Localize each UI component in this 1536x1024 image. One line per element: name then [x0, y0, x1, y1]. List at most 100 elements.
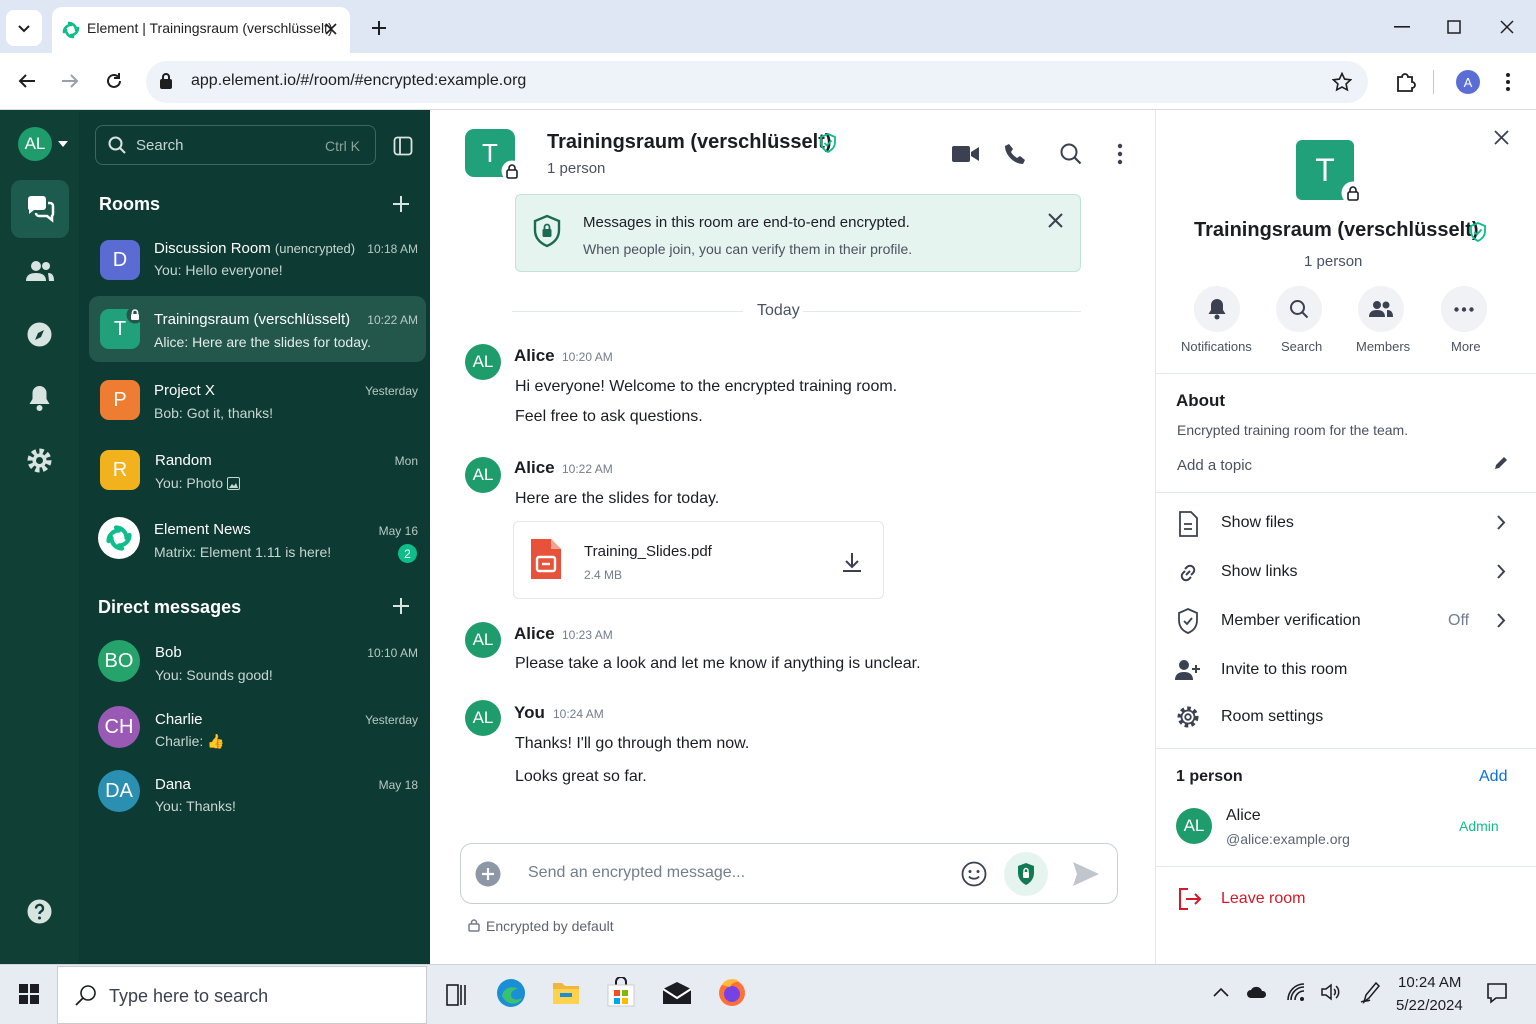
- volume-icon[interactable]: [1320, 982, 1340, 1002]
- browser-tab-active[interactable]: Element | Trainingsraum (verschlüsselt): [52, 7, 350, 53]
- clock-time[interactable]: 10:24 AM: [1398, 974, 1461, 991]
- file-explorer-icon[interactable]: [552, 979, 580, 1005]
- explore-compass-icon[interactable]: [26, 321, 53, 348]
- video-call-icon[interactable]: [951, 144, 980, 164]
- room-member-count[interactable]: 1 person: [547, 160, 605, 177]
- show-links-item[interactable]: Show links: [1156, 551, 1536, 593]
- leave-room-button[interactable]: Leave room: [1156, 878, 1536, 920]
- collapse-sidebar-icon[interactable]: [393, 136, 413, 156]
- firefox-icon[interactable]: [717, 977, 747, 1007]
- back-icon[interactable]: [18, 73, 36, 89]
- windows-start-icon[interactable]: [19, 984, 39, 1004]
- send-icon[interactable]: [1071, 860, 1101, 888]
- close-icon[interactable]: [1494, 130, 1509, 145]
- new-tab-icon[interactable]: [370, 19, 388, 37]
- room-item-element-news[interactable]: Element News Matrix: Element 1.11 is her…: [89, 508, 426, 570]
- chevron-right-icon: [1497, 613, 1506, 628]
- user-menu-avatar[interactable]: AL: [18, 127, 52, 161]
- notification-center-icon[interactable]: [1486, 982, 1508, 1004]
- address-bar[interactable]: app.element.io/#/room/#encrypted:example…: [146, 61, 1368, 103]
- add-member-link[interactable]: Add: [1479, 768, 1507, 786]
- rooms-heading: Rooms: [99, 194, 161, 214]
- members-button[interactable]: Members: [1346, 286, 1418, 356]
- room-item-project-x[interactable]: P Project X Bob: Got it, thanks! Yesterd…: [89, 368, 426, 430]
- member-row[interactable]: AL Alice @alice:example.org Admin: [1156, 800, 1536, 856]
- extensions-icon[interactable]: [1394, 71, 1416, 93]
- sender-name[interactable]: Alice: [514, 458, 555, 478]
- sender-name[interactable]: You: [514, 703, 545, 723]
- edit-pencil-icon[interactable]: [1493, 455, 1509, 471]
- add-topic-field[interactable]: Add a topic: [1177, 457, 1252, 474]
- search-input[interactable]: Search Ctrl K: [95, 125, 376, 165]
- dm-name: Bob: [155, 644, 182, 661]
- edge-browser-icon[interactable]: [496, 978, 526, 1008]
- tab-close-icon[interactable]: [324, 22, 338, 36]
- gear-icon[interactable]: [26, 447, 53, 474]
- room-name: Random: [155, 452, 212, 469]
- room-item-random[interactable]: R Random You: Photo Mon: [89, 438, 426, 500]
- encryption-toggle[interactable]: [1004, 852, 1048, 896]
- window-close-icon[interactable]: [1500, 20, 1514, 34]
- search-button[interactable]: Search: [1268, 286, 1332, 356]
- add-dm-icon[interactable]: [392, 597, 410, 615]
- message-composer[interactable]: Send an encrypted message...: [460, 843, 1118, 904]
- dm-item-dana[interactable]: DA Dana You: Thanks! May 18: [89, 762, 426, 824]
- emoji-icon[interactable]: [961, 861, 987, 887]
- room-info-panel: T Trainingsraum (verschlüsselt) 1 person…: [1155, 110, 1536, 964]
- file-attachment[interactable]: Training_Slides.pdf 2.4 MB: [513, 521, 884, 599]
- verified-shield-icon: [1470, 222, 1486, 242]
- sender-avatar[interactable]: AL: [465, 344, 501, 380]
- task-view-icon[interactable]: [446, 984, 466, 1006]
- network-icon[interactable]: [1286, 982, 1306, 1002]
- room-item-discussion[interactable]: D Discussion Room (unencrypted) You: Hel…: [89, 229, 426, 291]
- taskbar-search-box[interactable]: Type here to search: [57, 966, 427, 1024]
- maximize-icon[interactable]: [1447, 20, 1461, 34]
- invite-item[interactable]: Invite to this room: [1156, 649, 1536, 691]
- sender-name[interactable]: Alice: [514, 346, 555, 366]
- room-settings-item[interactable]: Room settings: [1156, 697, 1536, 739]
- attach-plus-icon[interactable]: [475, 861, 501, 887]
- message-body: Thanks! I'll go through them now.: [515, 735, 750, 752]
- pen-icon[interactable]: [1360, 980, 1380, 1004]
- download-icon[interactable]: [841, 551, 863, 573]
- more-button[interactable]: More: [1436, 286, 1496, 356]
- tab-list-button[interactable]: [6, 10, 42, 46]
- store-icon[interactable]: [607, 977, 635, 1007]
- show-files-item[interactable]: Show files: [1156, 502, 1536, 544]
- people-icon[interactable]: [25, 260, 55, 282]
- bookmark-star-icon[interactable]: [1332, 72, 1352, 92]
- minimize-icon[interactable]: [1394, 26, 1410, 28]
- room-item-trainingsraum[interactable]: T Trainingsraum (verschlüsselt) Alice: H…: [89, 296, 426, 362]
- chats-tab[interactable]: [11, 180, 69, 238]
- room-options-icon[interactable]: [1117, 143, 1123, 165]
- url-text[interactable]: app.element.io/#/room/#encrypted:example…: [191, 72, 526, 90]
- dm-item-charlie[interactable]: CH Charlie Charlie: 👍 Yesterday: [89, 697, 426, 759]
- dm-time: 10:10 AM: [367, 646, 418, 660]
- member-verification-item[interactable]: Member verification Off: [1156, 600, 1536, 642]
- dm-item-bob[interactable]: BO Bob You: Sounds good! 10:10 AM: [89, 630, 426, 692]
- search-icon[interactable]: [1060, 143, 1082, 165]
- room-title[interactable]: Trainingsraum (verschlüsselt): [547, 131, 832, 154]
- help-icon[interactable]: [27, 899, 52, 924]
- message-time: 10:24 AM: [553, 707, 604, 721]
- sender-avatar[interactable]: AL: [465, 457, 501, 493]
- close-icon[interactable]: [1048, 213, 1063, 228]
- voice-call-icon[interactable]: [1004, 143, 1026, 165]
- search-placeholder: Search: [136, 137, 184, 154]
- clock-date[interactable]: 5/22/2024: [1396, 997, 1463, 1014]
- sender-avatar[interactable]: AL: [465, 622, 501, 658]
- notifications-button[interactable]: Notifications: [1176, 286, 1258, 356]
- onedrive-cloud-icon[interactable]: [1246, 985, 1268, 999]
- sender-name[interactable]: Alice: [514, 624, 555, 644]
- sender-avatar[interactable]: AL: [465, 700, 501, 736]
- message-time: 10:20 AM: [562, 350, 613, 364]
- reload-icon[interactable]: [104, 71, 124, 91]
- chevron-up-icon[interactable]: [1213, 987, 1229, 997]
- forward-icon[interactable]: [61, 73, 79, 89]
- add-room-icon[interactable]: [392, 195, 410, 213]
- bell-icon[interactable]: [27, 384, 52, 412]
- mail-icon[interactable]: [662, 981, 692, 1005]
- profile-avatar[interactable]: A: [1456, 70, 1480, 94]
- browser-menu-icon[interactable]: [1505, 72, 1511, 92]
- caret-down-icon[interactable]: [58, 141, 68, 147]
